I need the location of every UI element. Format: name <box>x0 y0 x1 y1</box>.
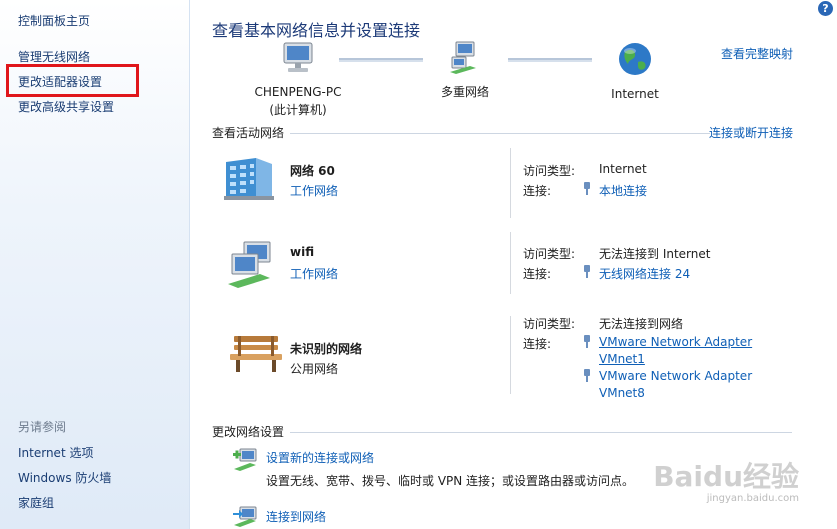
homegroup-link[interactable]: 家庭组 <box>18 494 54 511</box>
active-networks-divider <box>290 133 710 134</box>
map-connector-1 <box>339 58 423 62</box>
public-network-bench-icon <box>230 336 282 372</box>
wifi-network-icon <box>228 241 271 288</box>
vmnet1-adapter-link[interactable]: VMware Network Adapter <box>599 335 752 349</box>
network-type-label: 公用网络 <box>290 362 339 376</box>
adapter-icon <box>584 335 590 348</box>
globe-icon <box>619 43 651 75</box>
multiple-networks-icon <box>450 41 476 74</box>
map-node-multiple-networks[interactable]: 多重网络 <box>434 40 496 100</box>
baidu-watermark: Baidu经验 <box>653 460 799 493</box>
network-type-link[interactable]: 工作网络 <box>290 182 338 199</box>
setup-new-connection-link[interactable]: 设置新的连接或网络 <box>266 449 374 466</box>
page-title: 查看基本网络信息并设置连接 <box>212 21 421 40</box>
map-connector-2 <box>508 58 592 62</box>
see-also-heading: 另请参阅 <box>18 420 67 434</box>
connect-to-network-icon <box>233 506 257 527</box>
computer-name: CHENPENG-PC <box>254 85 342 99</box>
access-type-label: 访问类型: <box>523 164 576 178</box>
manage-wireless-networks-link[interactable]: 管理无线网络 <box>18 48 90 65</box>
see-full-map-link[interactable]: 查看完整映射 <box>721 45 793 62</box>
internet-label: Internet <box>611 87 659 101</box>
access-type-value: 无法连接到 Internet <box>599 247 711 261</box>
computer-subtitle: (此计算机) <box>269 103 327 117</box>
windows-firewall-link[interactable]: Windows 防火墙 <box>18 469 111 486</box>
map-node-computer[interactable]: CHENPENG-PC (此计算机) <box>252 40 344 118</box>
active-networks-heading: 查看活动网络 <box>212 126 285 140</box>
connect-disconnect-link[interactable]: 连接或断开连接 <box>709 124 793 141</box>
wireless-adapter-icon <box>584 265 590 278</box>
work-network-building-icon <box>224 158 274 200</box>
internet-options-link[interactable]: Internet 选项 <box>18 444 93 461</box>
access-type-value: 无法连接到网络 <box>599 317 684 331</box>
vmnet8-adapter-link[interactable]: VMware Network Adapter <box>599 369 752 383</box>
connection-label: 连接: <box>523 184 552 198</box>
change-settings-heading: 更改网络设置 <box>212 425 285 439</box>
change-settings-divider <box>290 432 792 433</box>
network-type-link[interactable]: 工作网络 <box>290 265 338 282</box>
map-node-internet[interactable]: Internet <box>600 40 670 101</box>
change-advanced-sharing-link[interactable]: 更改高级共享设置 <box>18 98 114 115</box>
access-type-label: 访问类型: <box>523 247 576 261</box>
local-connection-link[interactable]: 本地连接 <box>599 182 647 199</box>
left-nav-pane: 控制面板主页 管理无线网络 更改适配器设置 更改高级共享设置 另请参阅 Inte… <box>0 0 190 529</box>
access-type-label: 访问类型: <box>523 317 576 331</box>
new-connection-icon <box>233 448 257 471</box>
ethernet-icon <box>584 182 590 195</box>
computer-icon <box>283 42 313 72</box>
multiple-networks-label: 多重网络 <box>440 85 489 99</box>
baidu-watermark-url: jingyan.baidu.com <box>706 493 799 504</box>
vertical-divider <box>510 232 511 294</box>
network-name: 未识别的网络 <box>290 342 363 356</box>
vmnet1-adapter-link-line2[interactable]: VMnet1 <box>599 352 645 366</box>
wireless-connection-link[interactable]: 无线网络连接 24 <box>599 265 690 282</box>
control-panel-home-link[interactable]: 控制面板主页 <box>18 12 90 29</box>
red-highlight-box <box>6 64 139 97</box>
network-name: 网络 60 <box>290 164 335 178</box>
vertical-divider <box>510 148 511 218</box>
main-content: 查看基本网络信息并设置连接 查看完整映射 CHENPENG-PC (此计算机) … <box>190 0 837 529</box>
connection-label: 连接: <box>523 267 552 281</box>
access-type-value: Internet <box>599 162 647 176</box>
setup-new-connection-description: 设置无线、宽带、拨号、临时或 VPN 连接；或设置路由器或访问点。 <box>266 474 635 488</box>
connection-label: 连接: <box>523 337 552 351</box>
connect-to-network-link[interactable]: 连接到网络 <box>266 508 326 525</box>
adapter-icon <box>584 369 590 382</box>
vmnet8-adapter-link-line2[interactable]: VMnet8 <box>599 386 645 400</box>
vertical-divider <box>510 316 511 394</box>
network-name: wifi <box>290 245 315 259</box>
